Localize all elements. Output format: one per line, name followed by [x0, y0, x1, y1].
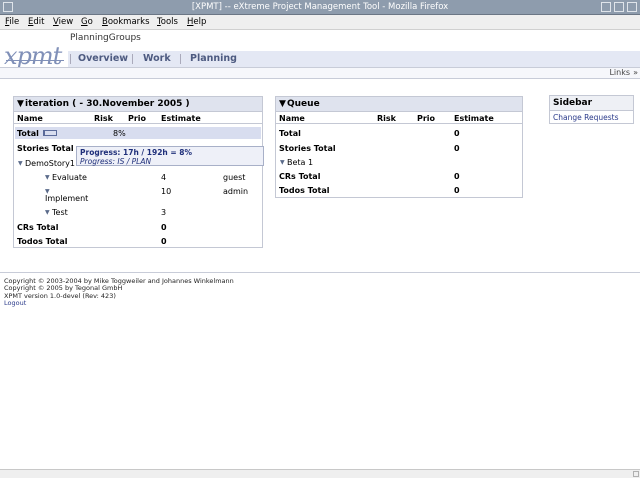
- tooltip-line-1: Progress: 17h / 192h = 8%: [80, 148, 193, 157]
- queue-total-value: 0: [454, 129, 460, 138]
- queue-total-label: Total: [279, 129, 301, 138]
- nav-separator: [132, 54, 133, 64]
- progress-tooltip: Progress: 17h / 192h = 8% Progress: IS /…: [76, 146, 264, 166]
- app-header: xpmt PlanningGroups Overview Work Planni…: [0, 31, 640, 70]
- nav-separator: [180, 54, 181, 64]
- col-estimate: Estimate: [454, 114, 494, 123]
- close-icon[interactable]: [627, 2, 637, 12]
- logo-underline: [6, 60, 64, 61]
- window-title: [XPMT] -- eXtreme Project Management Too…: [191, 2, 449, 12]
- links-bar: Links »: [0, 67, 640, 79]
- menu-go[interactable]: Go: [81, 17, 93, 27]
- iteration-panel-header[interactable]: ▼ iteration ( - 30.November 2005 ): [14, 97, 262, 112]
- col-risk: Risk: [94, 114, 113, 123]
- links-toggle[interactable]: Links: [609, 68, 630, 77]
- maximize-icon[interactable]: [614, 2, 624, 12]
- task-name[interactable]: Evaluate: [52, 173, 87, 182]
- total-percent: 8%: [113, 129, 126, 138]
- todos-total-label: Todos Total: [17, 237, 68, 246]
- chevron-right-icon[interactable]: »: [633, 68, 638, 77]
- task-triangle-icon[interactable]: ▼: [45, 209, 50, 216]
- queue-todos-total-value: 0: [454, 186, 460, 195]
- logout-link[interactable]: Logout: [4, 299, 26, 307]
- window-titlebar: [XPMT] -- eXtreme Project Management Too…: [0, 0, 640, 15]
- queue-crs-total-value: 0: [454, 172, 460, 181]
- menu-tools[interactable]: Tools: [157, 17, 178, 27]
- project-name: PlanningGroups: [70, 33, 141, 43]
- queue-column-header: Name Risk Prio Estimate: [276, 112, 522, 124]
- task-user: admin: [223, 187, 249, 196]
- tab-work[interactable]: Work: [143, 53, 171, 64]
- collapse-triangle-icon[interactable]: ▼: [279, 99, 286, 109]
- total-row: Total 8%: [15, 127, 261, 139]
- queue-story-name[interactable]: Beta 1: [287, 158, 313, 167]
- status-bar: [0, 469, 640, 478]
- collapse-triangle-icon[interactable]: ▼: [17, 99, 24, 109]
- queue-panel-header[interactable]: ▼ Queue: [276, 97, 522, 112]
- main-nav: Overview Work Planning: [68, 51, 640, 67]
- sidebar: Sidebar Change Requests: [549, 95, 634, 124]
- queue-title: Queue: [287, 99, 320, 109]
- task-user: guest: [223, 173, 246, 182]
- sidebar-header: Sidebar: [550, 96, 633, 111]
- collapse-triangle-icon[interactable]: ▼: [280, 159, 285, 166]
- col-name: Name: [279, 114, 305, 123]
- col-name: Name: [17, 114, 43, 123]
- iteration-title: iteration ( - 30.November 2005 ): [25, 99, 190, 109]
- change-requests-link[interactable]: Change Requests: [553, 113, 618, 122]
- copyright-line-2: Copyright © 2005 by Tegonal GmbH: [4, 284, 123, 292]
- col-prio: Prio: [128, 114, 147, 123]
- queue-panel: ▼ Queue Name Risk Prio Estimate Total 0 …: [275, 96, 523, 198]
- menu-bookmarks[interactable]: Bookmarks: [102, 17, 150, 27]
- stories-total-label: Stories Total: [17, 144, 74, 153]
- menu-bar: File Edit View Go Bookmarks Tools Help: [0, 15, 640, 30]
- logo-text: xpmt: [4, 42, 62, 70]
- nav-separator: [70, 54, 71, 64]
- iteration-panel: ▼ iteration ( - 30.November 2005 ) Name …: [13, 96, 263, 248]
- progress-fill: [44, 131, 45, 135]
- page-footer: Copyright © 2003-2004 by Mike Toggweiler…: [0, 272, 640, 472]
- story-name[interactable]: DemoStory1: [25, 159, 75, 168]
- iteration-column-header: Name Risk Prio Estimate: [14, 112, 262, 124]
- crs-total-value: 0: [161, 223, 167, 232]
- tooltip-line-2: Progress: IS / PLAN: [80, 157, 152, 166]
- sidebar-title: Sidebar: [553, 98, 593, 108]
- total-label: Total: [17, 129, 39, 138]
- col-prio: Prio: [417, 114, 436, 123]
- col-risk: Risk: [377, 114, 396, 123]
- queue-crs-total-label: CRs Total: [279, 172, 321, 181]
- task-name[interactable]: Test: [52, 208, 68, 217]
- minimize-icon[interactable]: [601, 2, 611, 12]
- todos-total-value: 0: [161, 237, 167, 246]
- task-estimate: 10: [161, 187, 172, 196]
- menu-file[interactable]: File: [5, 17, 19, 27]
- task-estimate: 3: [161, 208, 167, 217]
- task-estimate: 4: [161, 173, 167, 182]
- crs-total-label: CRs Total: [17, 223, 59, 232]
- collapse-triangle-icon[interactable]: ▼: [18, 160, 23, 167]
- queue-stories-total-label: Stories Total: [279, 144, 336, 153]
- tab-planning[interactable]: Planning: [190, 53, 237, 64]
- task-name[interactable]: Implement: [45, 194, 88, 203]
- queue-stories-total-value: 0: [454, 144, 460, 153]
- progress-bar[interactable]: [43, 130, 57, 136]
- task-triangle-icon[interactable]: ▼: [45, 174, 50, 181]
- tab-overview[interactable]: Overview: [78, 53, 128, 64]
- menu-help[interactable]: Help: [187, 17, 206, 27]
- col-estimate: Estimate: [161, 114, 201, 123]
- resize-grip-icon[interactable]: [633, 471, 639, 477]
- menu-edit[interactable]: Edit: [28, 17, 44, 27]
- menu-view[interactable]: View: [53, 17, 73, 27]
- queue-todos-total-label: Todos Total: [279, 186, 330, 195]
